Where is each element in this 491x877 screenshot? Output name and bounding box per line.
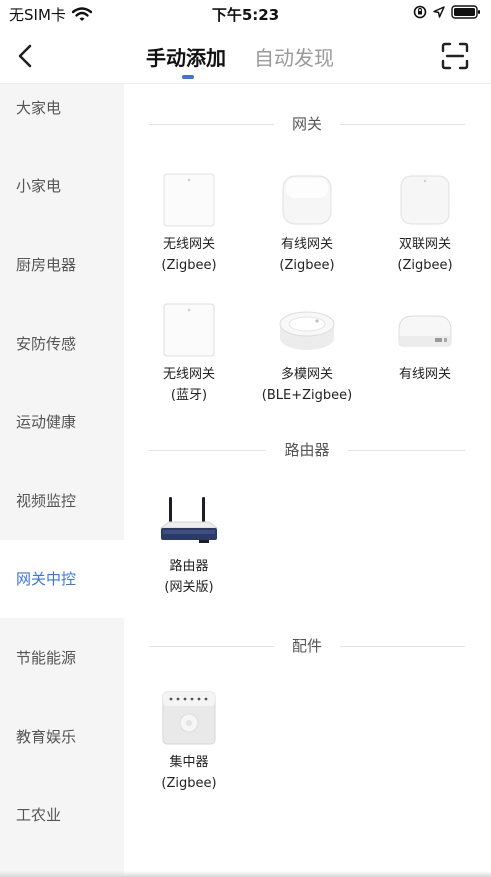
battery-icon — [451, 5, 480, 19]
sidebar-item-health[interactable]: 运动健康 — [0, 383, 124, 461]
sidebar-item-label: 安防传感 — [16, 335, 77, 353]
device-name: 多模网关 — [280, 367, 333, 382]
sidebar-item-label: 运动健康 — [16, 413, 77, 431]
tab-manual-add-label: 手动添加 — [146, 46, 226, 70]
square-gateway-icon — [159, 302, 219, 358]
scan-icon[interactable] — [441, 42, 469, 70]
device-protocol: (Zigbee) — [279, 258, 335, 273]
device-name: 路由器 — [169, 559, 209, 574]
device-list: 网关 无线网关 (Zigbee) 有线网关 (Zigbee) 双联网关 (Zig… — [124, 84, 491, 877]
section-header-accessories: 配件 — [149, 635, 465, 657]
device-name: 无线网关 — [162, 237, 215, 252]
device-wireless-gateway-bluetooth[interactable]: 无线网关 (蓝牙) — [134, 302, 244, 406]
device-protocol: (Zigbee) — [161, 776, 217, 791]
category-sidebar: 大家电 小家电 厨房电器 安防传感 运动健康 视频监控 网关中控 节能能源 教育… — [0, 84, 124, 877]
sidebar-item-energy[interactable]: 节能能源 — [0, 619, 124, 697]
sidebar-item-label: 网关中控 — [16, 570, 77, 588]
sidebar-item-label: 教育娱乐 — [16, 728, 77, 746]
device-name: 无线网关 — [162, 367, 215, 382]
flat-gateway-icon — [395, 302, 455, 358]
section-header-router: 路由器 — [149, 439, 465, 461]
round-hub-icon — [277, 302, 337, 358]
device-multimode-gateway[interactable]: 多模网关 (BLE+Zigbee) — [252, 302, 362, 406]
sidebar-item-large-appliances[interactable]: 大家电 — [0, 69, 124, 147]
device-protocol: (Zigbee) — [161, 258, 217, 273]
sidebar-item-label: 视频监控 — [16, 492, 77, 510]
device-dual-gateway-zigbee[interactable]: 双联网关 (Zigbee) — [370, 172, 480, 276]
device-name: 有线网关 — [398, 367, 451, 382]
tab-auto-discover-label: 自动发现 — [254, 46, 334, 70]
square-gateway-icon — [159, 172, 219, 228]
sidebar-item-education[interactable]: 教育娱乐 — [0, 698, 124, 776]
sidebar-item-label: 节能能源 — [16, 649, 77, 667]
device-protocol: (网关版) — [164, 580, 214, 595]
concentrator-icon — [159, 690, 219, 746]
sidebar-item-label: 小家电 — [16, 177, 62, 195]
device-wireless-gateway-zigbee[interactable]: 无线网关 (Zigbee) — [134, 172, 244, 276]
device-protocol: (BLE+Zigbee) — [261, 388, 353, 403]
sidebar-item-small-appliances[interactable]: 小家电 — [0, 147, 124, 225]
active-tab-indicator — [182, 75, 194, 79]
device-wired-gateway[interactable]: 有线网关 — [370, 302, 480, 385]
sidebar-item-video[interactable]: 视频监控 — [0, 462, 124, 540]
section-header-gateway: 网关 — [149, 113, 465, 135]
location-icon — [433, 6, 445, 18]
tab-auto-discover[interactable]: 自动发现 — [254, 42, 334, 71]
sidebar-item-label: 工农业 — [16, 806, 62, 824]
sidebar-item-gateway[interactable]: 网关中控 — [0, 540, 124, 618]
tab-bar: 手动添加 自动发现 — [146, 42, 334, 79]
device-wired-gateway-zigbee[interactable]: 有线网关 (Zigbee) — [252, 172, 362, 276]
status-bar: 无SIM卡 下午5:23 — [0, 0, 491, 30]
bottom-shadow — [0, 871, 491, 877]
device-protocol: (Zigbee) — [397, 258, 453, 273]
orientation-lock-icon — [413, 5, 427, 19]
sidebar-item-label: 大家电 — [16, 99, 62, 117]
router-icon — [159, 494, 219, 550]
sidebar-item-security[interactable]: 安防传感 — [0, 305, 124, 383]
rounded-gateway-icon — [395, 172, 455, 228]
sidebar-item-label: 厨房电器 — [16, 256, 77, 274]
device-name: 有线网关 — [280, 237, 333, 252]
device-concentrator-zigbee[interactable]: 集中器 (Zigbee) — [134, 690, 244, 794]
tab-manual-add[interactable]: 手动添加 — [146, 42, 226, 79]
device-protocol: (蓝牙) — [170, 388, 208, 403]
sidebar-item-kitchen[interactable]: 厨房电器 — [0, 226, 124, 304]
rounded-gateway-icon — [277, 172, 337, 228]
device-router-gateway-edition[interactable]: 路由器 (网关版) — [134, 494, 244, 598]
device-name: 双联网关 — [398, 237, 451, 252]
sidebar-item-industry[interactable]: 工农业 — [0, 776, 124, 854]
device-name: 集中器 — [169, 755, 209, 770]
